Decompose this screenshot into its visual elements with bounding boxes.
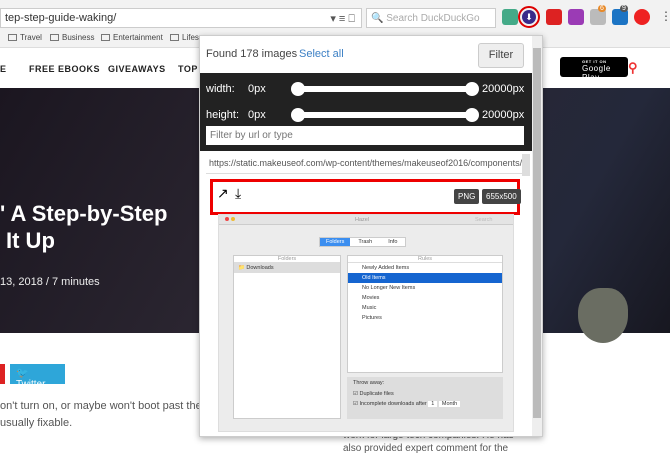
image-preview[interactable]: Hazel Search Folders Trash Info Folders 📁 … (218, 214, 514, 432)
width-slider[interactable] (291, 82, 479, 96)
height-min: 0px (248, 109, 266, 121)
twitter-share-button[interactable]: 🐦 Twitter (10, 364, 65, 390)
author-bio: also provided expert comment for the (343, 443, 509, 454)
search-placeholder: Search DuckDuckGo (386, 13, 480, 24)
height-max: 20000px (482, 109, 525, 121)
width-label: width: (206, 83, 235, 95)
download-icon: ⬇ (522, 10, 536, 24)
badge: 6 (598, 5, 606, 12)
share-button[interactable] (0, 364, 5, 384)
bookmark-travel[interactable]: Travel (8, 33, 42, 42)
image-actions-bar: ↗ ⤓ PNG 655x500 (210, 179, 521, 215)
height-label: height: (206, 109, 240, 121)
image-downloader-popup: Found 178 images Select all Filter width… (199, 35, 543, 437)
image-url[interactable]: https://static.makeuseof.com/wp-content/… (206, 154, 522, 174)
open-in-new-tab-icon[interactable]: ↗ (217, 185, 229, 202)
search-icon[interactable]: ⚲ (628, 60, 638, 76)
article-title: ' A Step-by-Step It Up (0, 201, 168, 253)
popup-scrollbar[interactable] (532, 36, 542, 436)
url-text: tep-step-guide-waking/ (5, 12, 117, 24)
bookmark-business[interactable]: Business (50, 33, 94, 42)
extension-s-icon[interactable]: 9 (612, 5, 628, 25)
select-all-link[interactable]: Select all (299, 48, 344, 60)
height-slider[interactable] (291, 108, 479, 122)
bookmark-lifestyle[interactable]: Lifes (170, 33, 199, 42)
url-scrollbar[interactable] (522, 154, 530, 176)
width-min: 0px (248, 83, 266, 95)
image-downloader-extension-button[interactable]: ⬇ (518, 6, 540, 28)
search-input[interactable]: 🔍 Search DuckDuckGo (366, 8, 496, 28)
article-meta: 13, 2018 / 7 minutes (0, 276, 100, 288)
width-max-handle[interactable] (465, 82, 479, 96)
height-min-handle[interactable] (291, 108, 305, 122)
image-type-badge: PNG (454, 189, 480, 204)
filter-panel: width: 0px 20000px height: 0px 20000px (200, 73, 532, 151)
article-text: on't turn on, or maybe won't boot past t… (0, 400, 202, 412)
url-filter-input[interactable] (206, 126, 524, 145)
extension-honey-icon[interactable]: 6 (590, 5, 606, 25)
nav-free-ebooks[interactable]: FREE EBOOKS (29, 64, 100, 74)
menu-icon[interactable]: ⋮ (660, 9, 670, 23)
width-max: 20000px (482, 83, 525, 95)
extension-onenote-icon[interactable] (568, 9, 584, 25)
found-count: Found 178 images (206, 48, 298, 60)
extension-red-icon[interactable] (546, 9, 562, 25)
extension-record-icon[interactable] (634, 9, 650, 25)
download-icon[interactable]: ⤓ (235, 185, 241, 202)
nav-item[interactable]: E (0, 64, 7, 74)
height-max-handle[interactable] (465, 108, 479, 122)
extension-globe-icon[interactable] (502, 9, 518, 25)
bookmark-entertainment[interactable]: Entertainment (101, 33, 163, 42)
width-min-handle[interactable] (291, 82, 305, 96)
nav-giveaways[interactable]: GIVEAWAYS (108, 64, 166, 74)
address-bar[interactable]: tep-step-guide-waking/ ▾ ≡ ⎕ (0, 8, 362, 28)
article-text: usually fixable. (0, 417, 73, 429)
image-size-badge: 655x500 (482, 189, 521, 204)
nav-top[interactable]: TOP (178, 64, 198, 74)
filter-button[interactable]: Filter (478, 43, 524, 68)
apple-logo-icon (578, 288, 628, 343)
google-play-badge[interactable]: GET IT ON Google Play (560, 57, 628, 82)
bookmark-icon[interactable]: ▾ ≡ ⎕ (330, 12, 355, 26)
badge: 9 (620, 5, 628, 12)
